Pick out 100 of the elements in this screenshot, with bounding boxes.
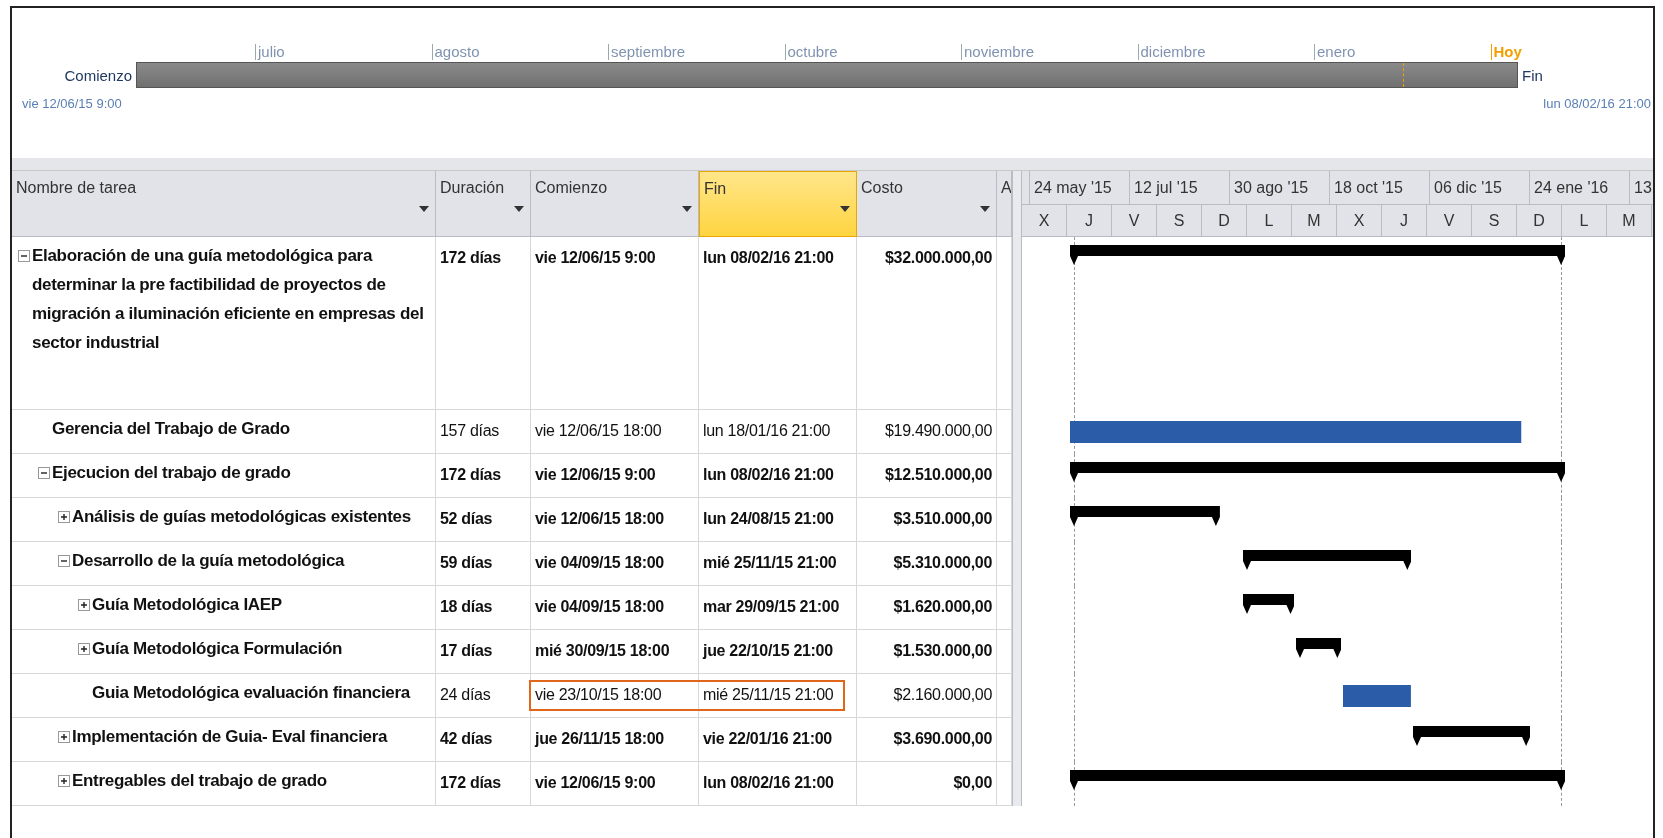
timescale-label: S [1472,204,1517,236]
timescale-label: 24 may '15 [1029,171,1129,204]
timescale-label: 06 dic '15 [1429,171,1529,204]
end-label: Fin [1521,66,1543,84]
month-label: octubre [784,44,838,60]
duration-value: 59 días [440,554,493,572]
cost-value: $3.510.000,00 [893,510,992,528]
cost-value: $1.530.000,00 [893,642,992,660]
collapse-icon[interactable] [18,250,30,262]
timescale-label: M [1607,204,1652,236]
start-value: mié 30/09/15 18:00 [535,642,670,660]
task-name: Gerencia del Trabajo de Grado [52,418,290,440]
finish-value: lun 18/01/16 21:00 [703,422,831,440]
column-header[interactable]: Duración [436,171,531,237]
timescale-label: D [1517,204,1562,236]
month-label: diciembre [1137,44,1206,60]
column-header[interactable]: Fin [699,171,857,237]
task-name: Elaboración de una guía metodológica para determinar la pre factibilidad de proyectos de migración a iluminación eficiente en empresas del sector industrial [32,245,425,354]
column-header[interactable]: Comienzo [531,171,699,237]
start-value: vie 12/06/15 18:00 [535,422,662,440]
start-value: vie 23/10/15 18:00 [535,686,662,704]
finish-value: lun 08/02/16 21:00 [703,774,834,792]
task-name: Guía Metodológica IAEP [92,594,282,616]
month-label: enero [1314,44,1356,60]
duration-value: 172 días [440,249,501,267]
timescale-label: 30 ago '15 [1229,171,1329,204]
task-name: Análisis de guías metodológicas existentes [72,506,411,528]
expand-icon[interactable] [78,643,90,655]
finish-value: lun 24/08/15 21:00 [703,510,834,528]
expand-icon[interactable] [58,775,70,787]
timescale-label: J [1067,204,1112,236]
timescale-label: V [1112,204,1157,236]
column-header[interactable]: Costo [857,171,997,237]
task-name: Entregables del trabajo de grado [72,770,327,792]
today-label: Hoy [1490,44,1522,60]
timescale-label: 18 oct '15 [1329,171,1429,204]
timescale-label: X [1337,204,1382,236]
caret-icon[interactable] [980,206,990,212]
column-header[interactable]: A [997,171,1012,237]
duration-value: 157 días [440,422,499,440]
timescale-label: 24 ene '16 [1529,171,1629,204]
cost-value: $0,00 [953,774,992,792]
task-name: Implementación de Guia- Eval financiera [72,726,388,748]
cost-value: $2.160.000,00 [893,686,992,704]
cost-value: $1.620.000,00 [893,598,992,616]
duration-value: 52 días [440,510,493,528]
collapse-icon[interactable] [58,555,70,567]
start-value: vie 12/06/15 18:00 [535,510,664,528]
expand-icon[interactable] [78,599,90,611]
caret-icon[interactable] [840,206,850,212]
start-value: vie 12/06/15 9:00 [535,249,656,267]
caret-icon[interactable] [419,206,429,212]
end-date: lun 08/02/16 21:00 [1543,96,1651,111]
start-date: vie 12/06/15 9:00 [22,96,122,111]
timescale-label: L [1247,204,1292,236]
task-name: Guia Metodológica evaluación financiera [92,682,410,704]
cost-value: $12.510.000,00 [884,466,992,484]
finish-value: lun 08/02/16 21:00 [703,466,834,484]
today-line [1403,63,1404,87]
task-name: Desarrollo de la guía metodológica [72,550,345,572]
timescale-label: 13 [1629,171,1653,204]
start-value: jue 26/11/15 18:00 [535,730,664,748]
timescale-label: D [1202,204,1247,236]
finish-value: lun 08/02/16 21:00 [703,249,834,267]
duration-value: 18 días [440,598,493,616]
timescale-label: X [1022,204,1067,236]
timescale-label: V [1427,204,1472,236]
finish-value: jue 22/10/15 21:00 [703,642,833,660]
expand-icon[interactable] [58,511,70,523]
collapse-icon[interactable] [38,467,50,479]
month-label: septiembre [608,44,686,60]
start-value: vie 12/06/15 9:00 [535,466,656,484]
start-label: Comienzo [63,66,133,84]
cost-value: $3.690.000,00 [893,730,992,748]
cost-value: $19.490.000,00 [884,422,992,440]
month-label: agosto [431,44,480,60]
timescale-label: 12 jul '15 [1129,171,1229,204]
month-label: julio [255,44,285,60]
start-value: vie 12/06/15 9:00 [535,774,656,792]
finish-value: vie 22/01/16 21:00 [703,730,832,748]
column-header[interactable]: Nombre de tarea [12,171,436,237]
task-name: Ejecucion del trabajo de grado [52,462,291,484]
timescale-label: L [1562,204,1607,236]
caret-icon[interactable] [514,206,524,212]
finish-value: mié 25/11/15 21:00 [703,686,834,704]
timescale-label: S [1157,204,1202,236]
caret-icon[interactable] [682,206,692,212]
duration-value: 172 días [440,774,501,792]
finish-value: mar 29/09/15 21:00 [703,598,840,616]
timescale-label: M [1292,204,1337,236]
duration-value: 172 días [440,466,501,484]
cost-value: $32.000.000,00 [884,249,992,267]
task-name: Guía Metodológica Formulación [92,638,343,660]
duration-value: 42 días [440,730,493,748]
month-label: noviembre [961,44,1035,60]
timescale-label: J [1382,204,1427,236]
duration-value: 17 días [440,642,493,660]
cost-value: $5.310.000,00 [893,554,992,572]
expand-icon[interactable] [58,731,70,743]
start-value: vie 04/09/15 18:00 [535,554,664,572]
